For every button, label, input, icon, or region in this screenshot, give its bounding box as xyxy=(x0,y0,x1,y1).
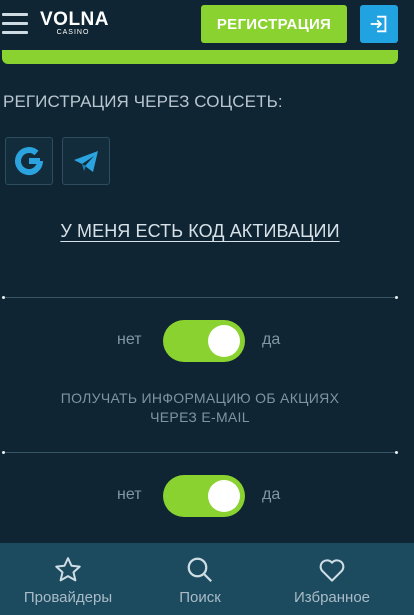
nav-favorites-label: Избранное xyxy=(293,589,371,606)
login-icon xyxy=(370,15,387,33)
toggle-row-2: нет да xyxy=(0,475,414,517)
promo-email-text: ПОЛУЧАТЬ ИНФОРМАЦИЮ ОБ АКЦИЯХ ЧЕРЕЗ E-MA… xyxy=(0,389,400,427)
logo-sub: CASINO xyxy=(56,29,90,36)
divider xyxy=(2,296,398,299)
toggle-yes-label: да xyxy=(262,486,281,503)
toggle-switch[interactable] xyxy=(163,320,245,362)
promo-line-2: ЧЕРЕЗ E-MAIL xyxy=(150,409,250,425)
menu-icon[interactable] xyxy=(2,13,28,35)
register-button[interactable]: РЕГИСТРАЦИЯ xyxy=(201,5,347,43)
telegram-button[interactable] xyxy=(62,137,110,185)
toggle-switch[interactable] xyxy=(163,475,245,517)
activation-code-link[interactable]: У МЕНЯ ЕСТЬ КОД АКТИВАЦИИ xyxy=(0,221,400,242)
bottom-nav: Провайдеры Поиск Избранное xyxy=(0,543,414,615)
toggle-no-label: нет xyxy=(117,331,142,348)
promo-line-1: ПОЛУЧАТЬ ИНФОРМАЦИЮ ОБ АКЦИЯХ xyxy=(60,390,340,406)
logo[interactable]: VOLNA CASINO xyxy=(40,10,114,40)
toggle-row-1: нет да xyxy=(0,320,414,362)
nav-providers[interactable]: Провайдеры xyxy=(8,543,128,615)
google-button[interactable] xyxy=(5,137,53,185)
divider xyxy=(2,451,398,454)
submit-button-partial[interactable] xyxy=(2,50,398,64)
nav-search-label: Поиск xyxy=(179,589,221,606)
telegram-icon xyxy=(74,151,98,172)
search-icon xyxy=(187,557,213,583)
login-button[interactable] xyxy=(360,5,398,43)
nav-providers-label: Провайдеры xyxy=(23,589,113,606)
heart-icon xyxy=(319,559,345,582)
logo-brand: VOLNA xyxy=(40,9,109,30)
header: VOLNA CASINO РЕГИСТРАЦИЯ xyxy=(0,0,414,50)
nav-search[interactable]: Поиск xyxy=(150,543,250,615)
nav-favorites[interactable]: Избранное xyxy=(282,543,382,615)
social-title: РЕГИСТРАЦИЯ ЧЕРЕЗ СОЦСЕТЬ: xyxy=(3,92,283,111)
google-icon xyxy=(15,147,44,176)
toggle-knob xyxy=(208,325,240,357)
star-icon xyxy=(55,557,81,582)
toggle-yes-label: да xyxy=(262,331,281,348)
toggle-knob xyxy=(208,480,240,512)
toggle-no-label: нет xyxy=(117,486,142,503)
scrollbar[interactable] xyxy=(406,56,410,536)
